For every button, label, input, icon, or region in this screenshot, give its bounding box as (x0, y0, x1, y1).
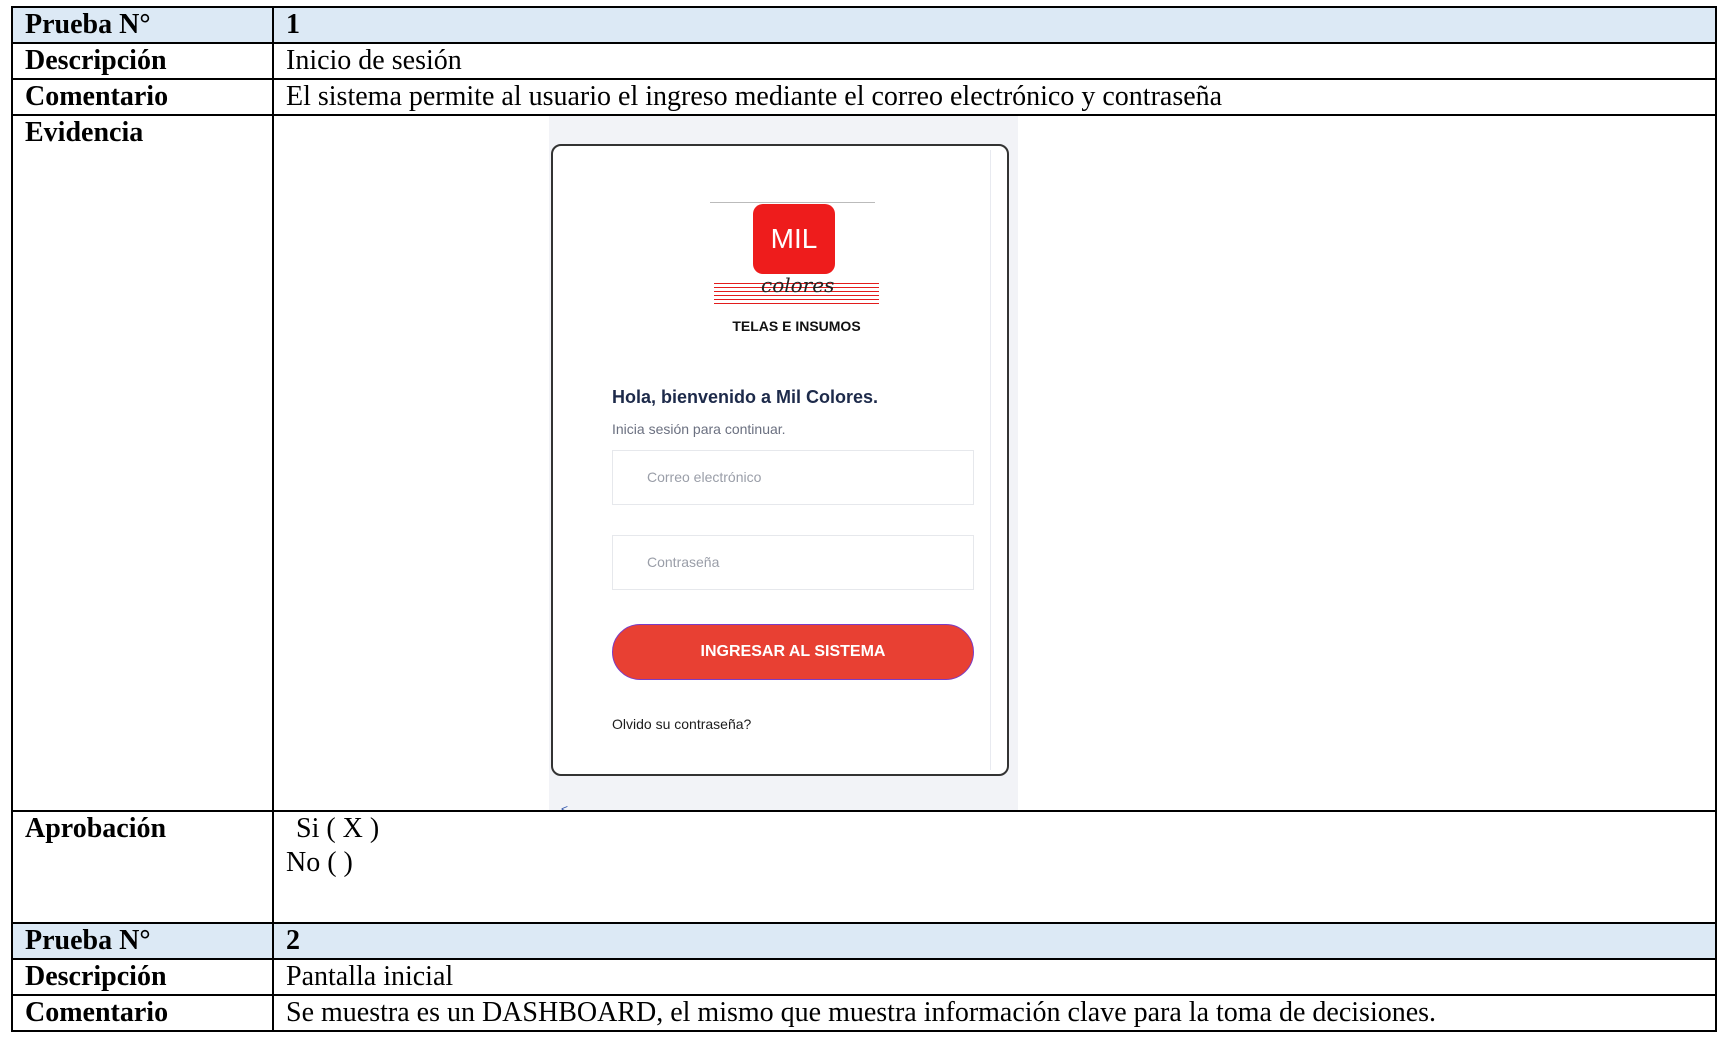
test-number-label: Prueba N° (11, 922, 274, 960)
comment-label: Comentario (11, 78, 274, 116)
login-screenshot: MIL colores TELAS E INSUMOS Hola, bienve… (549, 117, 1018, 809)
evidence-label: Evidencia (11, 114, 274, 812)
evidence-cell: MIL colores TELAS E INSUMOS Hola, bienve… (272, 114, 1717, 812)
test-number-value: 2 (272, 922, 1717, 960)
test-number-value: 1 (272, 6, 1717, 44)
scroll-rail (990, 150, 991, 770)
test1-evidence-row: Evidencia MIL colores TELAS E INSUMOS Ho… (11, 114, 1717, 812)
test1-approval-row: Aprobación Si ( X ) No ( ) (11, 810, 1717, 924)
test2-number-row: Prueba N° 2 (11, 922, 1717, 960)
description-label: Descripción (11, 958, 274, 996)
test2-description-row: Descripción Pantalla inicial (11, 958, 1717, 996)
comment-label: Comentario (11, 994, 274, 1032)
logo-script-text: colores (761, 273, 835, 297)
test1-description-row: Descripción Inicio de sesión (11, 42, 1717, 80)
comment-value: El sistema permite al usuario el ingreso… (272, 78, 1717, 116)
forgot-password-link[interactable]: Olvido su contraseña? (612, 707, 751, 741)
test-number-label: Prueba N° (11, 6, 274, 44)
welcome-heading: Hola, bienvenido a Mil Colores. (612, 387, 879, 407)
description-value: Inicio de sesión (272, 42, 1717, 80)
password-field[interactable]: Contraseña (612, 535, 974, 590)
test-case-table: Prueba N° 1 Descripción Inicio de sesión… (11, 6, 1717, 1032)
test1-comment-row: Comentario El sistema permite al usuario… (11, 78, 1717, 116)
login-screen: MIL colores TELAS E INSUMOS Hola, bienve… (569, 150, 989, 770)
description-value: Pantalla inicial (272, 958, 1717, 996)
comment-value: Se muestra es un DASHBOARD, el mismo que… (272, 994, 1717, 1032)
login-button[interactable]: INGRESAR AL SISTEMA (612, 624, 974, 680)
logo-divider (710, 202, 875, 203)
mil-logo: MIL (753, 204, 835, 274)
welcome-subtitle: Inicia sesión para continuar. (612, 421, 786, 437)
approval-no: No ( ) (286, 847, 353, 878)
approval-label: Aprobación (11, 810, 274, 924)
email-field[interactable]: Correo electrónico (612, 450, 974, 505)
phone-frame: MIL colores TELAS E INSUMOS Hola, bienve… (551, 144, 1009, 776)
approval-cell: Si ( X ) No ( ) (272, 810, 1717, 924)
approval-yes: Si ( X ) (296, 813, 380, 844)
logo-tagline: TELAS E INSUMOS (732, 318, 861, 334)
test2-comment-row: Comentario Se muestra es un DASHBOARD, e… (11, 994, 1717, 1032)
back-arrow-icon[interactable]: < (561, 792, 568, 809)
description-label: Descripción (11, 42, 274, 80)
test1-number-row: Prueba N° 1 (11, 6, 1717, 44)
